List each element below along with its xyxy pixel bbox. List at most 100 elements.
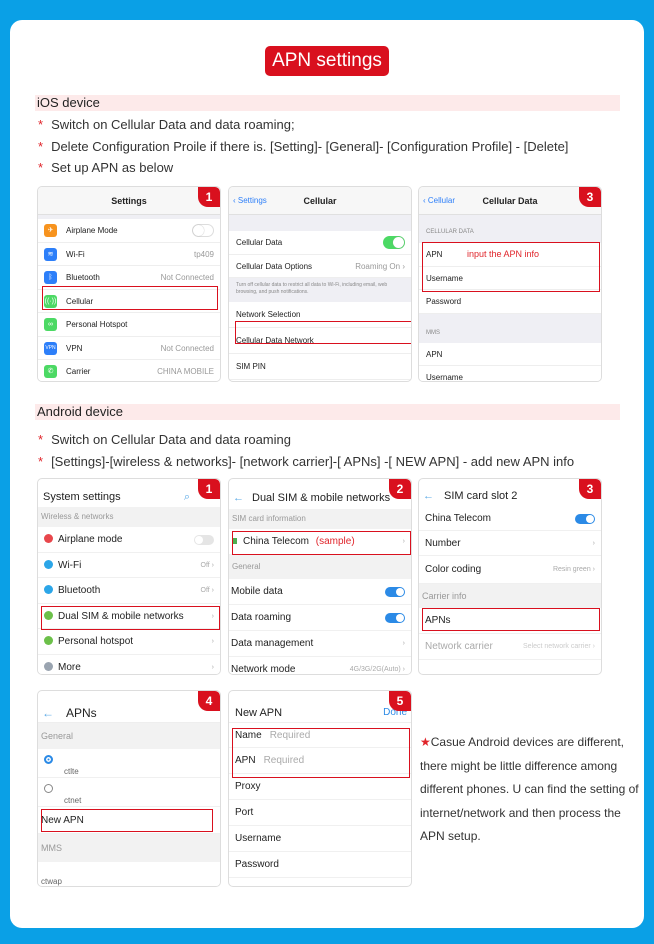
screen-title: New APN Done [229, 691, 411, 723]
nav-title: Settings [38, 187, 220, 215]
vpn-icon: VPN [44, 341, 57, 355]
section-header: General [229, 555, 411, 579]
android-new-apn-screen: 5 New APN Done Name Required APN Required P… [228, 690, 412, 887]
section-header: MMS [38, 834, 220, 862]
highlight-box [42, 286, 218, 310]
hotspot-row[interactable]: Personal hotspot › [38, 629, 220, 655]
highlight-box [232, 728, 410, 778]
back-arrow-icon[interactable]: ← [42, 706, 54, 720]
carrier-row[interactable]: China Telecom [419, 507, 601, 531]
step-badge: 1 [198, 479, 220, 499]
section-header: Carrier info [419, 584, 601, 608]
sim-toggle[interactable] [575, 514, 595, 524]
data-roaming-row[interactable]: Data roaming [229, 605, 411, 631]
screen-title: ← SIM card slot 2 [423, 490, 518, 502]
highlight-box [235, 321, 411, 344]
android-bullet: * [Settings]-[wireless & networks]- [netw… [38, 454, 575, 469]
screen-title: ← Dual SIM & mobile networks [233, 492, 391, 504]
cellular-data-toggle[interactable] [383, 236, 405, 249]
mobile-data-row[interactable]: Mobile data [229, 579, 411, 605]
ios-bullet: * Delete Configuration Proile if there is… [38, 139, 569, 154]
more-icon [44, 661, 53, 671]
highlight-box [422, 608, 600, 631]
airplane-row[interactable]: Airplane mode [38, 527, 220, 553]
hotspot-icon: ∞ [44, 318, 57, 331]
android-sim-slot-screen: 3 ← SIM card slot 2 China Telecom Number ›… [418, 478, 602, 675]
section-header: CELLULAR DATA [419, 215, 601, 243]
bluetooth-icon [44, 585, 53, 594]
mms-apn-field[interactable]: APN [419, 342, 601, 366]
airplane-icon: ✈ [44, 224, 57, 237]
android-apns-screen: 4 ← APNs General ctlte ctnet New APN MMS … [37, 690, 221, 887]
footnote: Turn off cellular data to restrict all d… [229, 278, 411, 302]
android-bullet: * Switch on Cellular Data and data roamin… [38, 432, 291, 447]
ios-cellular-screen: ‹ Settings Cellular Cellular Data Cellula… [228, 186, 412, 382]
step-badge: 4 [198, 691, 220, 711]
apn-option-ctwap[interactable]: ctwap [38, 862, 220, 886]
bluetooth-icon: ᛒ [44, 271, 57, 284]
ios-cellular-data-screen: 3 ‹ Cellular Cellular Data CELLULAR DATA … [418, 186, 602, 382]
screen-title: ← APNs [38, 691, 220, 723]
android-system-settings-screen: 1 System settings ⌕ Wireless & networks A… [37, 478, 221, 675]
phone-icon: ✆ [44, 365, 57, 378]
cellular-data-row[interactable]: Cellular Data [229, 231, 411, 255]
highlight-box [422, 242, 600, 292]
highlight-box [41, 606, 220, 630]
ios-bullet: * Switch on Cellular Data and data roamin… [38, 117, 295, 132]
airplane-icon [44, 534, 53, 543]
password-field[interactable]: Password [229, 852, 411, 878]
step-badge: 5 [389, 691, 411, 711]
radio-selected-icon[interactable] [44, 755, 53, 764]
port-field[interactable]: Port [229, 800, 411, 826]
settings-row-hotspot[interactable]: ∞ Personal Hotspot [38, 313, 220, 337]
data-management-row[interactable]: Data management › [229, 631, 411, 657]
mms-username-field[interactable]: Username [419, 366, 601, 381]
network-carrier-row[interactable]: Network carrier Select network carrier › [419, 634, 601, 660]
section-header: MMS [419, 313, 601, 343]
apn-option-ctnet[interactable]: ctnet [38, 778, 220, 807]
section-header: SIM card information [229, 509, 411, 529]
highlight-box [232, 531, 411, 555]
search-icon[interactable]: ⌕ [184, 479, 190, 515]
step-badge: 3 [579, 187, 601, 207]
username-field[interactable]: Username [229, 826, 411, 852]
screen-title: System settings ⌕ [38, 479, 220, 507]
section-header: General [38, 723, 220, 749]
android-heading: Android device [35, 404, 620, 420]
back-button[interactable]: ‹ Cellular [423, 187, 455, 215]
settings-row-vpn[interactable]: VPN VPN Not Connected [38, 336, 220, 360]
color-coding-row[interactable]: Color coding Resin green › [419, 556, 601, 584]
settings-row-carrier[interactable]: ✆ Carrier CHINA MOBILE [38, 360, 220, 381]
airplane-toggle[interactable] [194, 535, 214, 545]
step-badge: 2 [389, 479, 411, 499]
step-badge: 1 [198, 187, 220, 207]
sim-pin-row[interactable]: SIM PIN [229, 354, 411, 380]
back-arrow-icon[interactable]: ← [233, 492, 244, 504]
section-header: Wireless & networks [38, 507, 220, 527]
airplane-toggle[interactable] [192, 224, 214, 237]
number-row[interactable]: Number › [419, 531, 601, 556]
ios-settings-screen: 1 Settings ✈ Airplane Mode ≋ Wi-Fi tp409 ᛒB… [37, 186, 221, 382]
wifi-icon [44, 559, 53, 569]
mobile-data-toggle[interactable] [385, 587, 405, 597]
radio-unselected-icon[interactable] [44, 784, 53, 793]
back-arrow-icon[interactable]: ← [423, 490, 434, 502]
nav-title: ‹ Settings Cellular [229, 187, 411, 215]
back-button[interactable]: ‹ Settings [233, 187, 267, 215]
nav-title: ‹ Cellular Cellular Data [419, 187, 601, 215]
hotspot-icon [44, 636, 53, 645]
page-title: APN settings [265, 46, 389, 76]
cellular-data-options-row[interactable]: Cellular Data Options Roaming On › [229, 254, 411, 278]
password-field[interactable]: Password [419, 290, 601, 314]
network-mode-row[interactable]: Network mode 4G/3G/2G(Auto) › [229, 657, 411, 674]
more-row[interactable]: More › [38, 654, 220, 674]
apn-option-ctlte[interactable]: ctlte [38, 749, 220, 778]
data-roaming-toggle[interactable] [385, 613, 405, 623]
highlight-box [41, 809, 213, 832]
settings-row-airplane[interactable]: ✈ Airplane Mode [38, 219, 220, 243]
wifi-row[interactable]: Wi-Fi Off › [38, 552, 220, 578]
android-dual-sim-screen: 2 ← Dual SIM & mobile networks SIM card i… [228, 478, 412, 675]
settings-row-wifi[interactable]: ≋ Wi-Fi tp409 [38, 242, 220, 266]
bluetooth-row[interactable]: Bluetooth Off › [38, 578, 220, 604]
android-note: ★Casue Android devices are different, th… [420, 735, 639, 843]
